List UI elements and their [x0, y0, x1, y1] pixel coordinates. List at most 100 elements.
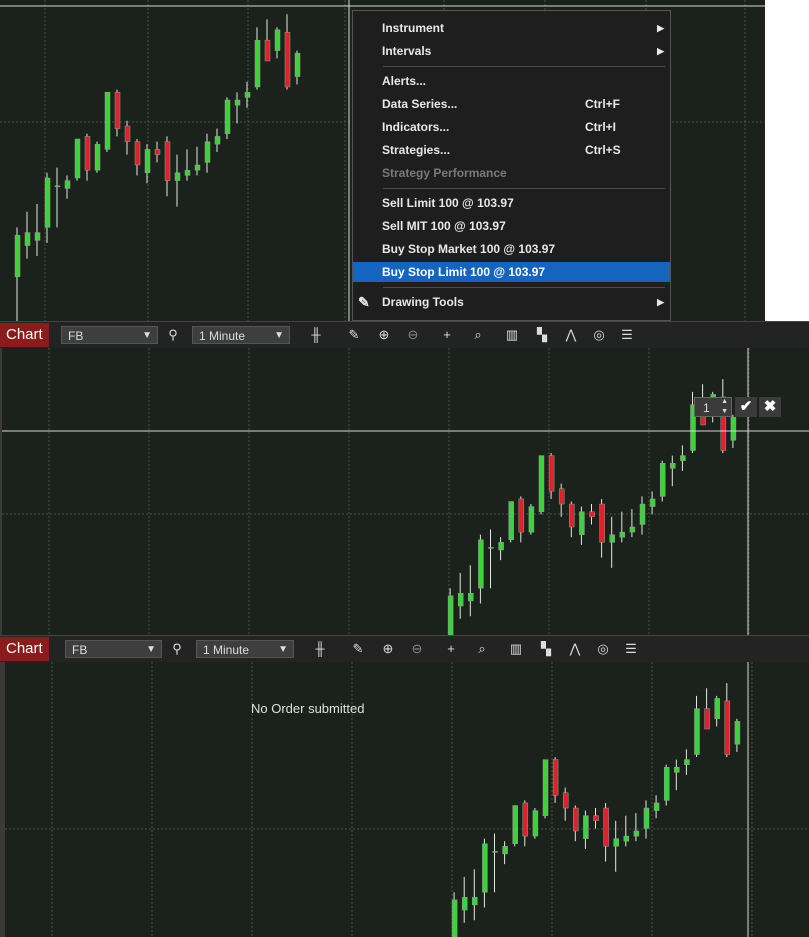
- middle-chart-canvas[interactable]: [2, 348, 809, 635]
- candle-body: [164, 141, 171, 181]
- menu-item-buy-stop-market-100-103-97[interactable]: Buy Stop Market 100 @ 103.97: [353, 239, 670, 259]
- menu-item-label: Drawing Tools: [382, 295, 464, 309]
- menu-item-shortcut: Ctrl+I: [585, 120, 617, 134]
- chevron-down-icon: ▼: [146, 644, 156, 655]
- candle-body: [609, 534, 615, 543]
- menu-item-buy-stop-limit-100-103-97[interactable]: Buy Stop Limit 100 @ 103.97: [353, 262, 670, 282]
- chart-tab[interactable]: Chart: [0, 637, 49, 661]
- interval-selector[interactable]: 1 Minute ▼: [192, 326, 290, 344]
- properties-icon[interactable]: ☰: [617, 326, 637, 344]
- chart-tab[interactable]: Chart: [0, 323, 49, 347]
- candle-body: [558, 488, 565, 505]
- template-icon[interactable]: ▚: [536, 640, 556, 658]
- interval-selector[interactable]: 1 Minute ▼: [196, 640, 294, 658]
- candle-body: [663, 767, 670, 801]
- candle-body: [104, 91, 111, 150]
- candle-body: [542, 759, 549, 816]
- zoom-in-icon[interactable]: ⊕: [378, 640, 398, 658]
- middle-chart-area[interactable]: [0, 348, 809, 635]
- candle-body: [274, 29, 281, 51]
- instrument-selector[interactable]: FB ▼: [65, 640, 162, 658]
- menu-item-alerts[interactable]: Alerts...: [353, 71, 670, 91]
- candle-body: [589, 511, 595, 518]
- candle-body: [244, 91, 251, 98]
- menu-item-label: Alerts...: [382, 74, 427, 88]
- candle-body: [674, 767, 680, 773]
- template-icon[interactable]: ▚: [532, 326, 552, 344]
- close-icon[interactable]: ✖: [759, 397, 781, 417]
- search-icon[interactable]: ⚲: [167, 640, 187, 658]
- candle-body: [24, 232, 31, 246]
- strategy-icon[interactable]: ⋀: [561, 326, 581, 344]
- search-icon[interactable]: ⚲: [163, 326, 183, 344]
- chart-context-menu[interactable]: Instrument ▶ Intervals ▶ Alerts... Data Serie…: [352, 10, 671, 321]
- checkmark-icon[interactable]: ✔: [735, 397, 757, 417]
- pencil-icon[interactable]: ✎: [344, 326, 364, 344]
- crosshair-icon[interactable]: +: [437, 326, 457, 344]
- menu-item-drawing-tools[interactable]: ✎ Drawing Tools ▶: [353, 292, 670, 312]
- strategy-icon[interactable]: ⋀: [565, 640, 585, 658]
- menu-item-label: Data Series...: [382, 97, 458, 111]
- candle-body: [619, 531, 626, 538]
- candle-body: [613, 838, 619, 847]
- menu-separator: [383, 66, 665, 67]
- menu-item-sell-mit-100-103-97[interactable]: Sell MIT 100 @ 103.97: [353, 216, 670, 236]
- candle-body: [468, 593, 474, 602]
- menu-item-strategies[interactable]: Strategies... Ctrl+S: [353, 140, 670, 160]
- candle-body: [84, 136, 91, 171]
- data-box-icon[interactable]: ⌕: [468, 326, 488, 344]
- menu-item-label: Sell Limit 100 @ 103.97: [382, 196, 514, 210]
- candle-body: [734, 721, 741, 745]
- candle-body: [670, 463, 676, 469]
- menu-separator: [383, 188, 665, 189]
- instrument-selector[interactable]: FB ▼: [61, 326, 158, 344]
- zoom-in-icon[interactable]: ⊕: [374, 326, 394, 344]
- refresh-icon[interactable]: ◎: [589, 326, 609, 344]
- chevron-down-icon: ▼: [278, 644, 288, 655]
- status-message: No Order submitted: [251, 701, 365, 716]
- properties-icon[interactable]: ☰: [621, 640, 641, 658]
- bottom-chart-area[interactable]: [0, 662, 809, 937]
- chevron-down-icon: ▼: [274, 330, 284, 341]
- pencil-icon[interactable]: ✎: [348, 640, 368, 658]
- chart-trader-icon[interactable]: ▥: [502, 326, 522, 344]
- spinner-arrows-icon[interactable]: ▲ ▼: [721, 397, 728, 417]
- menu-item-sell-limit-100-103-97[interactable]: Sell Limit 100 @ 103.97: [353, 193, 670, 213]
- candle-body: [284, 32, 291, 88]
- bottom-chart-canvas[interactable]: [5, 662, 809, 937]
- submenu-arrow-icon: ▶: [657, 46, 664, 56]
- menu-item-label: Intervals: [382, 44, 432, 58]
- candle-body: [704, 708, 710, 730]
- candle-body: [64, 180, 71, 189]
- candle-body: [573, 807, 579, 832]
- candle-body: [562, 792, 569, 809]
- order-quantity-value: 1: [703, 401, 710, 415]
- menu-item-strategy-performance: Strategy Performance: [353, 163, 670, 183]
- candle-body: [724, 700, 731, 755]
- menu-item-label: Buy Stop Limit 100 @ 103.97: [382, 265, 546, 279]
- menu-item-indicators[interactable]: Indicators... Ctrl+I: [353, 117, 670, 137]
- candle-body: [461, 897, 468, 911]
- menu-item-label: Sell MIT 100 @ 103.97: [382, 219, 506, 233]
- candle-body: [629, 526, 636, 533]
- candle-body: [264, 39, 271, 62]
- crosshair-icon[interactable]: +: [441, 640, 461, 658]
- menu-item-data-series[interactable]: Data Series... Ctrl+F: [353, 94, 670, 114]
- refresh-icon[interactable]: ◎: [593, 640, 613, 658]
- candle-body: [254, 39, 261, 88]
- zoom-out-icon[interactable]: ⊖: [407, 640, 427, 658]
- candle-body: [457, 593, 464, 607]
- candle-body: [643, 807, 650, 829]
- candle-body: [730, 417, 737, 441]
- menu-item-instrument[interactable]: Instrument ▶: [353, 18, 670, 38]
- candle-body: [623, 835, 630, 842]
- data-box-icon[interactable]: ⌕: [472, 640, 492, 658]
- bar-type-icon[interactable]: ╫: [306, 326, 326, 344]
- chart-trader-icon[interactable]: ▥: [506, 640, 526, 658]
- order-quantity-input[interactable]: 1 ▲ ▼: [694, 397, 732, 417]
- zoom-out-icon[interactable]: ⊖: [403, 326, 423, 344]
- candle-body: [538, 455, 545, 512]
- candle-body: [548, 455, 555, 492]
- menu-item-intervals[interactable]: Intervals ▶: [353, 41, 670, 61]
- bar-type-icon[interactable]: ╫: [310, 640, 330, 658]
